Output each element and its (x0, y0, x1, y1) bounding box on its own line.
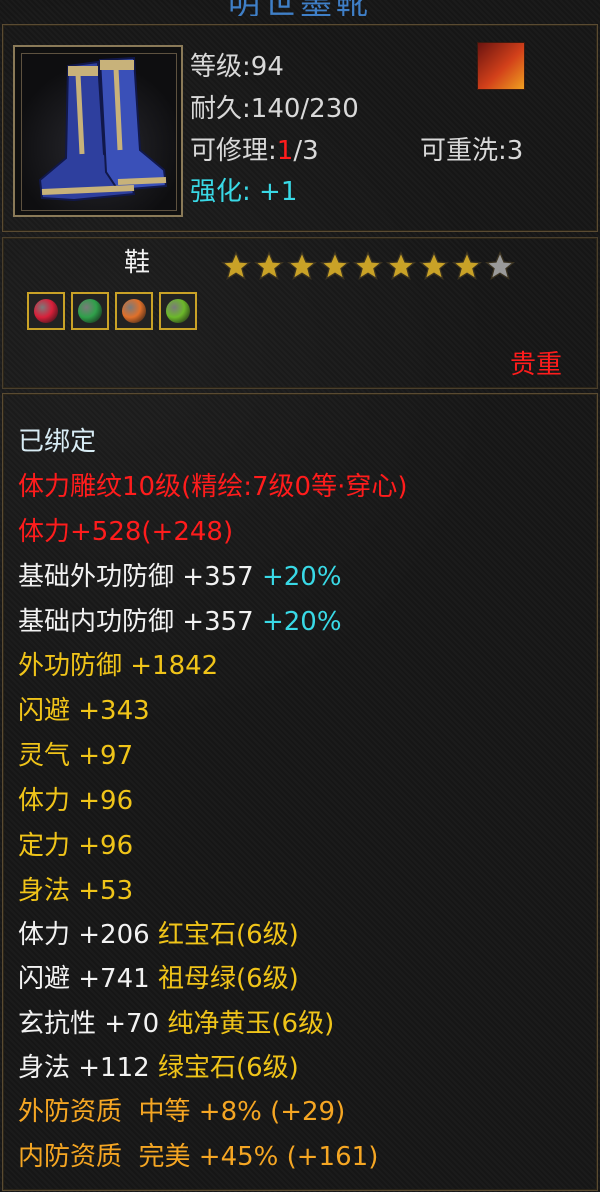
gem4-name: 绿宝石(6级) (157, 1053, 299, 1083)
star-filled-icon (451, 250, 483, 281)
repair-total: /3 (293, 136, 319, 166)
durability-line: 耐久:140/230 (190, 94, 359, 124)
spirit-line: 灵气 +97 (18, 741, 134, 771)
repair-line: 可修理:1/3 (190, 136, 319, 166)
star-rating (220, 250, 516, 282)
level-value: :94 (242, 52, 284, 82)
focus-line: 定力 +96 (18, 831, 134, 861)
item-title-strip: 明世墨靴 (0, 0, 600, 16)
level-label: 等级 (190, 52, 243, 82)
base-outer-def-pct: +20% (261, 562, 342, 592)
gem1-name: 红宝石(6级) (157, 920, 299, 950)
durability-value: :140/230 (242, 94, 359, 124)
repair-label: 可修理: (190, 136, 277, 166)
base-inner-def-value: +357 (182, 607, 254, 637)
boots-icon (21, 53, 177, 211)
gem2-stat: 闪避 +741 (18, 964, 150, 994)
gem1-line: 体力 +206 红宝石(6级) (18, 920, 299, 950)
star-filled-icon (352, 250, 384, 281)
rarity-label: 贵重 (510, 350, 563, 380)
gem-slot-orange[interactable] (115, 292, 153, 330)
topaz-icon (122, 299, 146, 323)
star-empty-icon (484, 250, 516, 281)
star-filled-icon (220, 250, 252, 281)
star-filled-icon (286, 250, 318, 281)
ruby-icon (34, 299, 58, 323)
socketed-gems (27, 292, 197, 330)
enhance-label: 强化: (190, 177, 251, 207)
agility-line: 身法 +53 (18, 876, 134, 906)
rewash-line: 可重洗:3 (420, 136, 524, 166)
slot-type: 鞋 (124, 248, 151, 278)
item-icon-frame (13, 45, 183, 217)
star-filled-icon (385, 250, 417, 281)
repair-used: 1 (276, 136, 294, 166)
outer-quality-line: 外防资质 中等 +8% (+29) (18, 1097, 346, 1127)
base-outer-def-line: 基础外功防御 +357 +20% (18, 562, 342, 592)
durability-label: 耐久 (190, 94, 243, 124)
gem4-stat: 身法 +112 (18, 1053, 150, 1083)
gem3-stat: 玄抗性 +70 (18, 1009, 160, 1039)
item-title: 明世墨靴 (0, 0, 600, 16)
star-filled-icon (418, 250, 450, 281)
outer-def-line: 外功防御 +1842 (18, 651, 219, 681)
gem-slot-red[interactable] (27, 292, 65, 330)
gem2-line: 闪避 +741 祖母绿(6级) (18, 964, 299, 994)
stamina-line: 体力 +96 (18, 786, 134, 816)
star-filled-icon (319, 250, 351, 281)
star-filled-icon (253, 250, 285, 281)
enhance-line: 强化: +1 (190, 177, 297, 207)
green-gem-icon (166, 299, 190, 323)
emerald-icon (78, 299, 102, 323)
item-tooltip: 明世墨靴 等级:94 耐久:140/230 可修理:1/3 可重洗:3 强化: … (0, 0, 600, 1192)
bound-status: 已绑定 (18, 427, 97, 457)
gem-slot-lime[interactable] (159, 292, 197, 330)
level-line: 等级:94 (190, 52, 284, 82)
dodge-line: 闪避 +343 (18, 696, 150, 726)
base-inner-def-pct: +20% (261, 607, 342, 637)
enhance-value: +1 (259, 177, 298, 207)
gem3-name: 纯净黄玉(6级) (167, 1009, 335, 1039)
engrave-line: 体力雕纹10级(精绘:7级0等·穿心) (18, 472, 408, 502)
gem4-line: 身法 +112 绿宝石(6级) (18, 1053, 299, 1083)
gem1-stat: 体力 +206 (18, 920, 150, 950)
gem-slot-green[interactable] (71, 292, 109, 330)
gem3-line: 玄抗性 +70 纯净黄玉(6级) (18, 1009, 334, 1039)
base-outer-def-label: 基础外功防御 (18, 562, 175, 592)
gem2-name: 祖母绿(6级) (157, 964, 299, 994)
set-effect-icon[interactable] (477, 42, 525, 90)
inner-quality-line: 内防资质 完美 +45% (+161) (18, 1142, 379, 1172)
stamina-total-line: 体力+528(+248) (18, 517, 234, 547)
base-inner-def-label: 基础内功防御 (18, 607, 175, 637)
base-outer-def-value: +357 (182, 562, 254, 592)
base-inner-def-line: 基础内功防御 +357 +20% (18, 607, 342, 637)
